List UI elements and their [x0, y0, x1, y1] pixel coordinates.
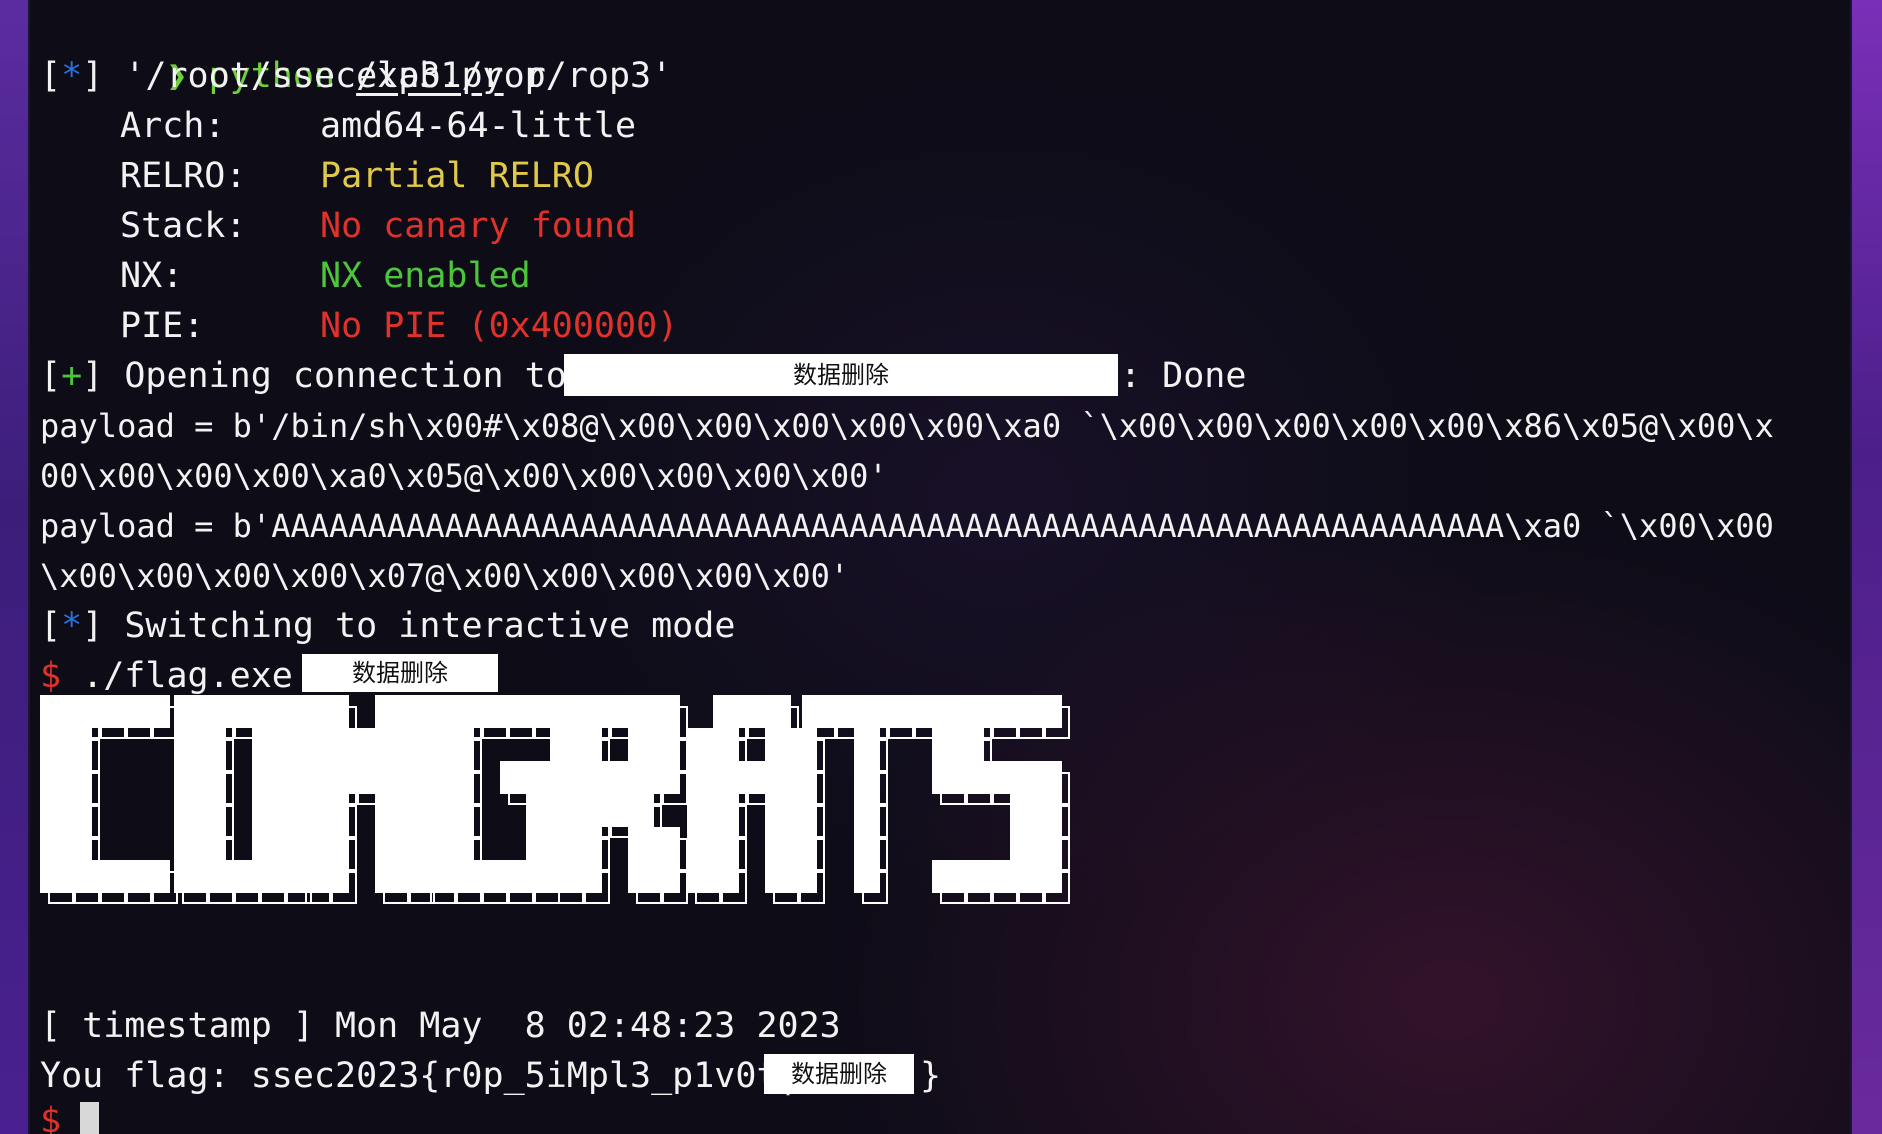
- flag-line: You flag: ssec2023{r0p_5iMpl3_p1v0t|: [40, 1056, 799, 1096]
- plus-icon: +: [61, 356, 83, 396]
- stack-value: No canary found: [320, 206, 637, 246]
- nx-label: NX:: [120, 256, 184, 296]
- desktop-screen: ❯ python exp3.py r [*] '/root/ssec/lab1/…: [0, 0, 1882, 1134]
- terminal-window[interactable]: ❯ python exp3.py r [*] '/root/ssec/lab1/…: [32, 0, 1850, 1134]
- opening-text: Opening connection to: [124, 356, 567, 396]
- banner-letter-c: [40, 695, 170, 893]
- binary-path-line: [*] '/root/ssec/lab1/rop/rop3': [40, 56, 673, 96]
- payload1-line1: payload = b'/bin/sh\x00#\x08@\x00\x00\x0…: [40, 407, 1774, 445]
- info-star-icon: *: [61, 56, 83, 96]
- info-star-icon-2: *: [61, 606, 83, 646]
- banner-letter-s: [932, 695, 1062, 893]
- switching-line: [*] Switching to interactive mode: [40, 606, 736, 646]
- congrats-banner: [32, 695, 1432, 990]
- final-shell-prompt: $: [40, 1101, 62, 1134]
- binary-path: '/root/ssec/lab1/rop/rop3': [124, 56, 673, 96]
- stack-label: Stack:: [120, 206, 247, 246]
- relro-value: Partial RELRO: [320, 156, 594, 196]
- desktop-wallpaper-left: [0, 0, 30, 1134]
- banner-letter-n: [297, 695, 427, 893]
- desktop-wallpaper-right: [1850, 0, 1882, 1134]
- opening-done: : Done: [1120, 356, 1247, 396]
- redacted-command-arg: 数据删除: [302, 654, 498, 692]
- congrats-ascii-art: [40, 695, 1070, 904]
- pie-label: PIE:: [120, 306, 205, 346]
- redacted-flag: 数据删除: [764, 1054, 914, 1094]
- arch-value: amd64-64-little: [320, 106, 637, 146]
- redacted-host: 数据删除: [564, 354, 1118, 396]
- pie-value: No PIE (0x400000): [320, 306, 679, 346]
- flag-command: ./flag.exe: [82, 656, 293, 696]
- timestamp-line: [ timestamp ] Mon May 8 02:48:23 2023: [40, 1006, 841, 1046]
- text-cursor[interactable]: [80, 1102, 99, 1134]
- arch-label: Arch:: [120, 106, 226, 146]
- banner-letter-o: [174, 695, 304, 893]
- banner-letter-g: [422, 695, 552, 893]
- banner-letter-r: [550, 695, 680, 893]
- payload2-line1: payload = b'AAAAAAAAAAAAAAAAAAAAAAAAAAAA…: [40, 507, 1774, 545]
- banner-letter-t: [802, 695, 932, 893]
- command-line: ❯ python exp3.py r: [40, 1, 545, 96]
- final-prompt-line: $: [40, 1096, 61, 1134]
- relro-label: RELRO:: [120, 156, 247, 196]
- flag-suffix: }: [920, 1056, 942, 1096]
- shell-prompt: $: [40, 656, 62, 696]
- payload2-line2: \x00\x00\x00\x00\x07@\x00\x00\x00\x00\x0…: [40, 557, 850, 595]
- switching-text: Switching to interactive mode: [124, 606, 736, 646]
- flag-command-line: $ ./flag.exe: [40, 651, 293, 701]
- payload1-line2: 00\x00\x00\x00\xa0\x05@\x00\x00\x00\x00\…: [40, 457, 888, 495]
- nx-value: NX enabled: [320, 256, 531, 296]
